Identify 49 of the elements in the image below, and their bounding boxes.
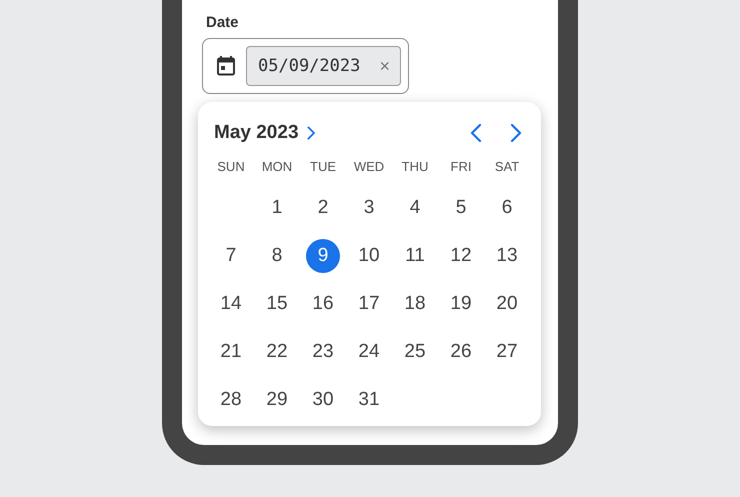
calendar-day[interactable]: 23 xyxy=(300,328,346,376)
calendar-day[interactable]: 24 xyxy=(346,328,392,376)
weekday-label: TUE xyxy=(309,158,337,176)
weekday-label: SAT xyxy=(494,158,520,176)
calendar-day[interactable]: 8 xyxy=(254,232,300,280)
calendar-day[interactable]: 7 xyxy=(208,232,254,280)
calendar-day[interactable]: 10 xyxy=(346,232,392,280)
clear-button[interactable]: × xyxy=(379,57,390,75)
weekday-label: MON xyxy=(260,158,294,176)
calendar-day[interactable]: 5 xyxy=(438,184,484,232)
calendar-day[interactable]: 26 xyxy=(438,328,484,376)
calendar-day[interactable]: 27 xyxy=(484,328,530,376)
calendar-day[interactable]: 20 xyxy=(484,280,530,328)
calendar-day[interactable]: 1 xyxy=(254,184,300,232)
calendar-icon xyxy=(216,55,236,77)
calendar-day[interactable]: 15 xyxy=(254,280,300,328)
calendar-day[interactable]: 29 xyxy=(254,376,300,424)
weekday-label: THU xyxy=(400,158,430,176)
calendar-day[interactable]: 13 xyxy=(484,232,530,280)
calendar-day[interactable]: 22 xyxy=(254,328,300,376)
calendar-day[interactable]: 3 xyxy=(346,184,392,232)
calendar-day[interactable]: 21 xyxy=(208,328,254,376)
field-label: Date xyxy=(206,13,240,33)
chevron-right-icon xyxy=(510,123,522,143)
chevron-right-icon xyxy=(306,126,315,140)
calendar-day[interactable]: 14 xyxy=(208,280,254,328)
calendar-day[interactable]: 25 xyxy=(392,328,438,376)
weekday-label: SUN xyxy=(216,158,246,176)
calendar-day[interactable]: 2 xyxy=(300,184,346,232)
calendar-day[interactable]: 4 xyxy=(392,184,438,232)
calendar-day[interactable]: 11 xyxy=(392,232,438,280)
chevron-left-icon xyxy=(470,123,482,143)
calendar-day[interactable]: 18 xyxy=(392,280,438,328)
calendar-day[interactable]: 16 xyxy=(300,280,346,328)
weekday-label: FRI xyxy=(450,158,472,176)
previous-month-button[interactable] xyxy=(470,123,482,143)
month-picker-button[interactable] xyxy=(306,126,315,140)
month-title: May 2023 xyxy=(214,122,299,144)
calendar-day[interactable]: 19 xyxy=(438,280,484,328)
calendar-day[interactable]: 30 xyxy=(300,376,346,424)
calendar-day[interactable]: 17 xyxy=(346,280,392,328)
date-value: 05/09/2023 xyxy=(258,56,360,76)
calendar-day[interactable]: 28 xyxy=(208,376,254,424)
calendar-day[interactable]: 31 xyxy=(346,376,392,424)
next-month-button[interactable] xyxy=(510,123,522,143)
date-field[interactable]: 05/09/2023 × xyxy=(202,38,409,94)
calendar-day[interactable]: 6 xyxy=(484,184,530,232)
weekday-label: WED xyxy=(352,158,386,176)
calendar-day[interactable]: 12 xyxy=(438,232,484,280)
